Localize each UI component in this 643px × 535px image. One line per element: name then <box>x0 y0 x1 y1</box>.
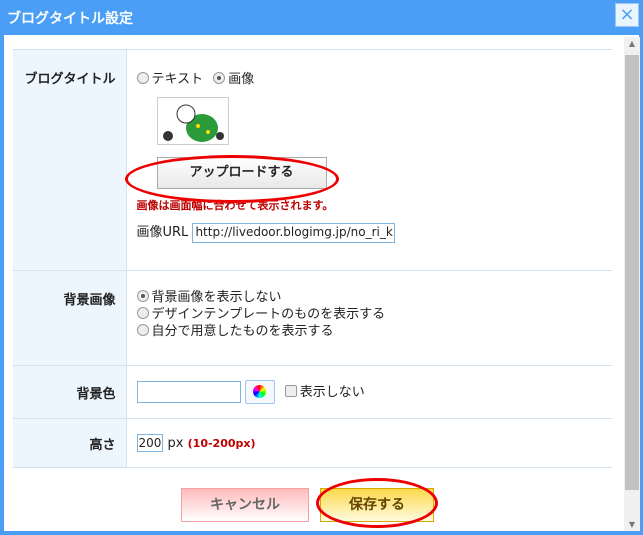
checkbox-label: 表示しない <box>299 384 365 400</box>
scrollbar-thumb[interactable] <box>625 55 639 490</box>
settings-table: ブログタイトル テキスト 画像 アップロードする 画像は画面幅に合わせて表示され… <box>13 49 612 468</box>
label-bg-color: 背景色 <box>13 365 127 419</box>
cancel-button[interactable]: キャンセル <box>181 488 309 522</box>
scroll-up-icon[interactable]: ▲ <box>624 39 640 48</box>
row-height: 高さ 200 px (10-200px) <box>13 418 612 468</box>
radio-bg-template[interactable]: デザインテンプレートのものを表示する <box>136 306 613 323</box>
image-url-input[interactable]: http://livedoor.blogimg.jp/no_ri_ki/im <box>192 222 396 243</box>
height-unit: px <box>167 436 184 451</box>
radio-text-label: テキスト <box>151 72 204 87</box>
close-button[interactable]: × <box>615 3 639 27</box>
row-bg-image: 背景画像 背景画像を表示しない デザインテンプレートのものを表示する 自分で用意… <box>13 270 613 366</box>
color-picker-button[interactable] <box>244 380 275 404</box>
row-blog-title: ブログタイトル テキスト 画像 アップロードする 画像は画面幅に合わせて表示され… <box>13 49 612 271</box>
highlight-oval <box>316 478 438 528</box>
scrollbar[interactable]: ▲ ▼ <box>624 37 640 531</box>
mascot-image-icon <box>162 104 224 142</box>
color-wheel-icon <box>253 385 267 398</box>
dialog-body: ブログタイトル テキスト 画像 アップロードする 画像は画面幅に合わせて表示され… <box>4 35 640 531</box>
hide-color-checkbox[interactable]: 表示しない <box>284 384 365 400</box>
bg-color-input[interactable] <box>136 381 241 403</box>
radio-label: デザインテンプレートのものを表示する <box>151 307 386 322</box>
dialog-title: ブログタイトル設定 <box>7 11 133 27</box>
radio-bg-custom[interactable]: 自分で用意したものを表示する <box>136 323 613 340</box>
radio-label: 自分で用意したものを表示する <box>151 324 334 339</box>
radio-image-label: 画像 <box>228 72 255 87</box>
highlight-oval <box>124 155 339 203</box>
label-height: 高さ <box>13 418 127 468</box>
label-blog-title: ブログタイトル <box>13 49 127 271</box>
radio-image[interactable]: 画像 <box>213 72 254 87</box>
radio-bg-none[interactable]: 背景画像を表示しない <box>136 289 613 306</box>
dialog-titlebar: ブログタイトル設定 × <box>0 0 643 35</box>
radio-text[interactable]: テキスト <box>136 72 204 87</box>
title-image-preview <box>156 97 229 145</box>
label-bg-image: 背景画像 <box>13 270 127 366</box>
radio-label: 背景画像を表示しない <box>151 290 282 305</box>
height-range: (10-200px) <box>187 437 256 450</box>
url-label: 画像URL <box>136 225 189 240</box>
height-input[interactable]: 200 <box>136 434 164 452</box>
scroll-down-icon[interactable]: ▼ <box>624 520 640 529</box>
row-bg-color: 背景色 表示しない <box>13 365 612 419</box>
